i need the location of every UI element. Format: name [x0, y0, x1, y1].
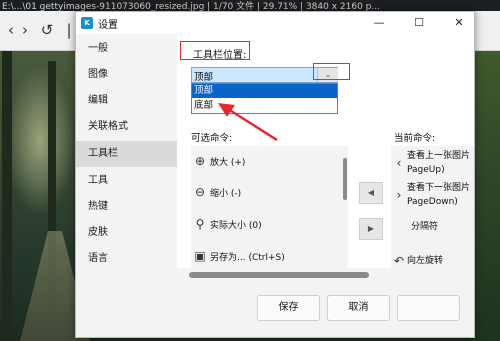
annotation-highlight-box: [313, 63, 350, 80]
horizontal-scrollbar[interactable]: [189, 272, 369, 278]
rotate-left-icon[interactable]: ↺: [36, 19, 58, 41]
nav-item-file-associations[interactable]: 关联格式: [76, 114, 177, 140]
move-right-button[interactable]: ▶: [359, 218, 383, 240]
list-item-label: 向左旋转: [407, 256, 444, 266]
nav-item-edit[interactable]: 编辑: [76, 88, 177, 114]
minimize-icon[interactable]: —: [366, 12, 392, 34]
image-light-glow: [5, 66, 75, 216]
app-icon: K: [81, 17, 93, 29]
list-item[interactable]: 分隔符: [391, 220, 474, 234]
list-item-label: 另存为... (Ctrl+S): [210, 253, 285, 263]
list-item[interactable]: ⊖ 缩小 (-): [191, 185, 348, 201]
chevron-right-icon[interactable]: ›: [14, 19, 36, 41]
actual-size-icon: ⚲: [195, 217, 205, 231]
list-item[interactable]: ⊕ 放大 (+): [191, 154, 348, 170]
current-commands-list[interactable]: ‹ 查看上一张图片 PageUp) › 查看下一张图片 PageDown) 分隔…: [391, 146, 474, 268]
zoom-in-icon: ⊕: [194, 154, 206, 168]
save-icon: ▣: [194, 249, 206, 263]
list-item[interactable]: › 查看下一张图片 PageDown): [391, 182, 474, 210]
list-item-label: 查看上一张图片: [407, 151, 471, 161]
toolbar-position-value: 顶部: [194, 72, 214, 83]
list-item-label: 缩小 (-): [210, 189, 242, 199]
dialog-title-bar[interactable]: K 设置 — ☐ ✕: [76, 12, 474, 34]
nav-item-tools[interactable]: 工具: [76, 168, 177, 194]
list-item[interactable]: ↶ 向左旋转: [391, 254, 474, 268]
nav-item-skin[interactable]: 皮肤: [76, 220, 177, 246]
move-left-button[interactable]: ◀: [359, 182, 383, 204]
image-tree-trunk: [2, 51, 12, 341]
next-icon: ›: [396, 188, 402, 202]
nav-item-image[interactable]: 图像: [76, 62, 177, 88]
nav-item-general[interactable]: 一般: [76, 36, 177, 62]
available-commands-label: 可选命令:: [191, 133, 233, 144]
list-item[interactable]: ‹ 查看上一张图片 PageUp): [391, 150, 474, 178]
zoom-out-icon: ⊖: [194, 185, 206, 199]
available-commands-list[interactable]: ⊕ 放大 (+) ⊖ 缩小 (-) ⚲ 实际大小 (0) ▣ 另存为... (C…: [191, 146, 348, 268]
save-button[interactable]: 保存: [257, 295, 320, 321]
current-commands-label: 当前命令:: [394, 133, 436, 144]
list-item[interactable]: ▣ 另存为... (Ctrl+S): [191, 249, 348, 265]
dropdown-option-top[interactable]: 顶部: [192, 84, 337, 98]
viewer-title-bar: E:\...\01 gettyimages-911073060_resized.…: [0, 0, 500, 11]
list-item[interactable]: ⚲ 实际大小 (0): [191, 217, 348, 233]
settings-dialog: K 设置 — ☐ ✕ 一般 图像 编辑 关联格式 工具栏 工具 热键 皮肤 语言…: [75, 11, 475, 338]
apply-button[interactable]: [397, 295, 460, 321]
annotation-highlight-box: [180, 41, 250, 60]
list-item-sublabel: PageDown): [407, 197, 458, 207]
viewer-title: E:\...\01 gettyimages-911073060_resized.…: [2, 2, 380, 11]
prev-icon: ‹: [396, 156, 402, 170]
settings-nav: 一般 图像 编辑 关联格式 工具栏 工具 热键 皮肤 语言: [76, 34, 177, 274]
toolbar-position-dropdown: 顶部 底部: [191, 83, 338, 114]
close-icon[interactable]: ✕: [446, 12, 472, 34]
list-item-label: 查看下一张图片: [407, 183, 471, 193]
list-item-label: 实际大小 (0): [210, 221, 262, 231]
nav-item-language[interactable]: 语言: [76, 246, 177, 272]
dialog-title: 设置: [98, 20, 118, 31]
toolbar-settings-panel: 工具栏位置: 顶部 ⌄ 顶部 底部 可选命令: 当前命令: ⊕ 放大 (+) ⊖…: [177, 34, 474, 268]
cancel-button[interactable]: 取消: [327, 295, 390, 321]
list-item-label: 分隔符: [411, 222, 439, 232]
nav-item-hotkeys[interactable]: 热键: [76, 194, 177, 220]
dropdown-option-bottom[interactable]: 底部: [192, 99, 337, 113]
rotate-icon: ↶: [393, 254, 405, 268]
list-item-label: 放大 (+): [210, 158, 246, 168]
nav-item-toolbar[interactable]: 工具栏: [76, 141, 177, 167]
vertical-scrollbar[interactable]: [343, 158, 347, 200]
maximize-icon[interactable]: ☐: [406, 12, 432, 34]
list-item-sublabel: PageUp): [407, 165, 445, 175]
